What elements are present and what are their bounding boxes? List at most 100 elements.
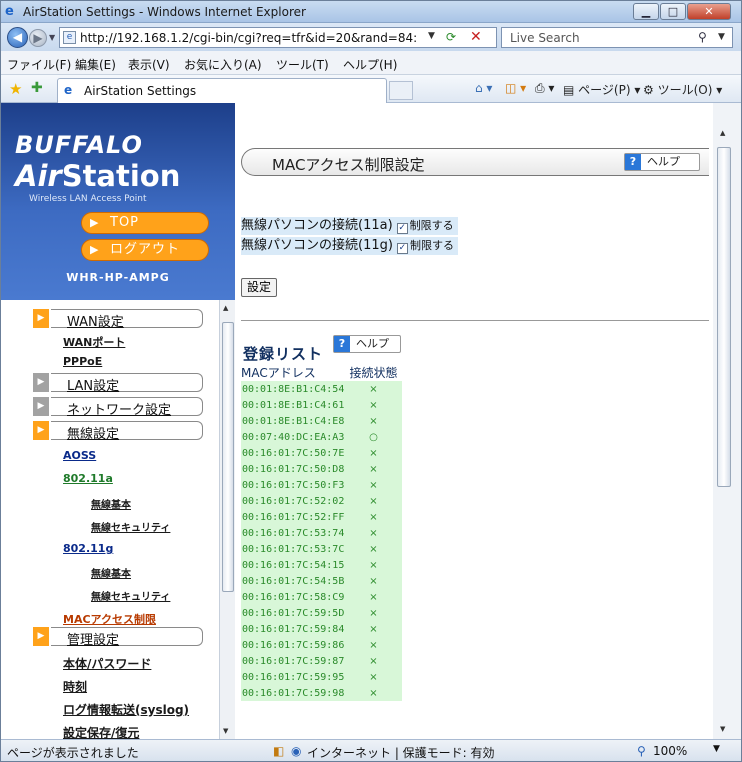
scroll-down-icon[interactable]: ▼: [223, 727, 228, 735]
connection-state-cell: ×: [345, 461, 402, 477]
mac-address-cell: 00:16:01:7C:52:02: [241, 493, 345, 509]
back-icon[interactable]: ◀: [7, 27, 28, 48]
nav-item-aoss[interactable]: AOSS: [63, 449, 96, 462]
restrict-11g-checkbox[interactable]: ✓: [396, 243, 408, 254]
mac-address-cell: 00:16:01:7C:50:7E: [241, 445, 345, 461]
stop-icon[interactable]: ✕: [470, 29, 482, 45]
nav-item-11g-basic[interactable]: 無線基本: [91, 565, 131, 580]
table-row: 00:16:01:7C:53:7C ×: [241, 541, 402, 557]
table-row: 00:01:8E:B1:C4:61 ×: [241, 397, 402, 413]
zoom-level[interactable]: 100%: [653, 744, 687, 758]
page-scrollbar[interactable]: ▲ ▼: [713, 103, 741, 739]
nav-section-network[interactable]: ▶ ネットワーク設定: [33, 397, 203, 418]
buffalo-logo: BUFFALO: [15, 131, 143, 159]
print-icon[interactable]: ⎙ ▾: [535, 81, 554, 96]
mac-address-cell: 00:16:01:7C:59:86: [241, 637, 345, 653]
page-menu-label: ページ(P): [578, 83, 631, 97]
restrict-11a-checkbox[interactable]: ✓: [396, 223, 408, 234]
section-arrow-icon: ▶: [33, 421, 49, 440]
nav-item-pppoe[interactable]: PPPoE: [63, 355, 102, 368]
menu-edit[interactable]: 編集(E): [75, 56, 116, 73]
nav-item-11a[interactable]: 802.11a: [63, 472, 113, 485]
table-row: 00:01:8E:B1:C4:E8 ×: [241, 413, 402, 429]
arrow-icon: ▶: [90, 243, 99, 256]
zoom-dropdown-icon[interactable]: ▼: [713, 744, 720, 754]
search-box[interactable]: Live Search ⚲ ▼: [501, 27, 733, 48]
favorites-star-icon[interactable]: ★: [9, 80, 22, 98]
page-scroll-thumb[interactable]: [717, 147, 731, 487]
nav-item-time[interactable]: 時刻: [63, 678, 87, 695]
nav-item-11g[interactable]: 802.11g: [63, 542, 113, 555]
mac-address-cell: 00:16:01:7C:52:FF: [241, 509, 345, 525]
address-bar[interactable]: e http://192.168.1.2/cgi-bin/cgi?req=tfr…: [59, 27, 497, 48]
connection-state-cell: ×: [345, 557, 402, 573]
scroll-up-icon[interactable]: ▲: [223, 304, 228, 312]
tab-airstation[interactable]: e AirStation Settings: [57, 78, 387, 103]
connection-state-cell: ×: [345, 397, 402, 413]
nav-scroll-thumb[interactable]: [222, 322, 234, 592]
connection-state-cell: ×: [345, 653, 402, 669]
history-dropdown-icon[interactable]: ▼: [49, 33, 55, 42]
zoom-icon[interactable]: ⚲: [637, 744, 646, 758]
status-bar: ページが表示されました ◧ ◉ インターネット | 保護モード: 有効 ⚲ 10…: [1, 739, 741, 761]
connection-state-cell: ×: [345, 477, 402, 493]
table-row: 00:01:8E:B1:C4:54 ×: [241, 381, 402, 397]
mac-address-cell: 00:01:8E:B1:C4:54: [241, 381, 345, 397]
nav-item-11a-basic[interactable]: 無線基本: [91, 496, 131, 511]
nav-section-lan[interactable]: ▶ LAN設定: [33, 373, 203, 394]
scroll-down-icon[interactable]: ▼: [720, 725, 725, 733]
top-button[interactable]: ▶ TOP: [81, 212, 209, 234]
column-header-mac: MACアドレス: [241, 364, 345, 381]
menu-help[interactable]: ヘルプ(H): [343, 56, 397, 73]
page-menu[interactable]: ▤ ページ(P) ▾: [563, 81, 640, 98]
minimize-button[interactable]: ▁: [633, 3, 659, 20]
add-favorites-icon[interactable]: ✚: [31, 80, 43, 96]
nav-scrollbar[interactable]: ▲ ▼: [219, 300, 235, 739]
nav-section-admin[interactable]: ▶ 管理設定: [33, 627, 203, 648]
page-content: BUFFALO AirStation Wireless LAN Access P…: [1, 103, 741, 739]
feeds-icon[interactable]: ◫ ▾: [505, 81, 526, 95]
new-tab-button[interactable]: [389, 81, 413, 100]
close-button[interactable]: ✕: [687, 3, 731, 20]
search-placeholder[interactable]: Live Search: [510, 31, 580, 45]
menu-file[interactable]: ファイル(F): [7, 56, 71, 73]
connection-state-cell: ×: [345, 605, 402, 621]
mac-address-cell: 00:16:01:7C:59:5D: [241, 605, 345, 621]
help-button[interactable]: ? ヘルプ: [624, 153, 700, 171]
nav-section-wireless[interactable]: ▶ 無線設定: [33, 421, 203, 442]
nav-item-wan-port[interactable]: WANポート: [63, 334, 125, 350]
home-icon[interactable]: ⌂ ▾: [475, 81, 492, 95]
set-button[interactable]: 設定: [241, 278, 277, 297]
nav-section-wan[interactable]: ▶ WAN設定: [33, 309, 203, 330]
table-row: 00:16:01:7C:53:74 ×: [241, 525, 402, 541]
menu-tools[interactable]: ツール(T): [276, 56, 329, 73]
menu-view[interactable]: 表示(V): [128, 56, 170, 73]
address-url[interactable]: http://192.168.1.2/cgi-bin/cgi?req=tfr&i…: [80, 31, 425, 45]
nav-item-mac-access[interactable]: MACアクセス制限: [63, 611, 156, 627]
nav-item-11g-security[interactable]: 無線セキュリティ: [91, 588, 170, 603]
nav-item-password[interactable]: 本体/パスワード: [63, 655, 151, 672]
nav-item-save-restore[interactable]: 設定保存/復元: [63, 724, 139, 739]
maximize-button[interactable]: □: [660, 3, 686, 20]
forward-icon[interactable]: ▶: [29, 29, 47, 47]
search-dropdown-icon[interactable]: ▼: [718, 32, 725, 42]
table-row: 00:16:01:7C:52:02 ×: [241, 493, 402, 509]
nav-item-11a-security[interactable]: 無線セキュリティ: [91, 519, 170, 534]
nav-section-label: 管理設定: [67, 633, 120, 648]
logout-button[interactable]: ▶ ログアウト: [81, 239, 209, 261]
section-arrow-icon: ▶: [33, 373, 49, 392]
address-dropdown-icon[interactable]: ▼: [428, 31, 435, 41]
refresh-icon[interactable]: ⟳: [446, 30, 456, 44]
menu-favorites[interactable]: お気に入り(A): [184, 56, 262, 73]
scroll-up-icon[interactable]: ▲: [720, 129, 725, 137]
tools-menu[interactable]: ⚙ ツール(O) ▾: [643, 81, 722, 98]
wireless-11g-label: 無線パソコンの接続(11g): [241, 238, 393, 253]
nav-item-syslog[interactable]: ログ情報転送(syslog): [63, 701, 189, 718]
list-help-button[interactable]: ? ヘルプ: [333, 335, 401, 353]
mac-table: MACアドレス 接続状態 00:01:8E:B1:C4:54 × 00:01:8E:…: [241, 364, 402, 701]
globe-icon: ◉: [291, 744, 302, 758]
search-icon[interactable]: ⚲: [698, 30, 707, 44]
protected-mode-icon: ◧: [273, 744, 285, 758]
table-row: 00:16:01:7C:50:7E ×: [241, 445, 402, 461]
nav-section-label: WAN設定: [67, 315, 124, 330]
